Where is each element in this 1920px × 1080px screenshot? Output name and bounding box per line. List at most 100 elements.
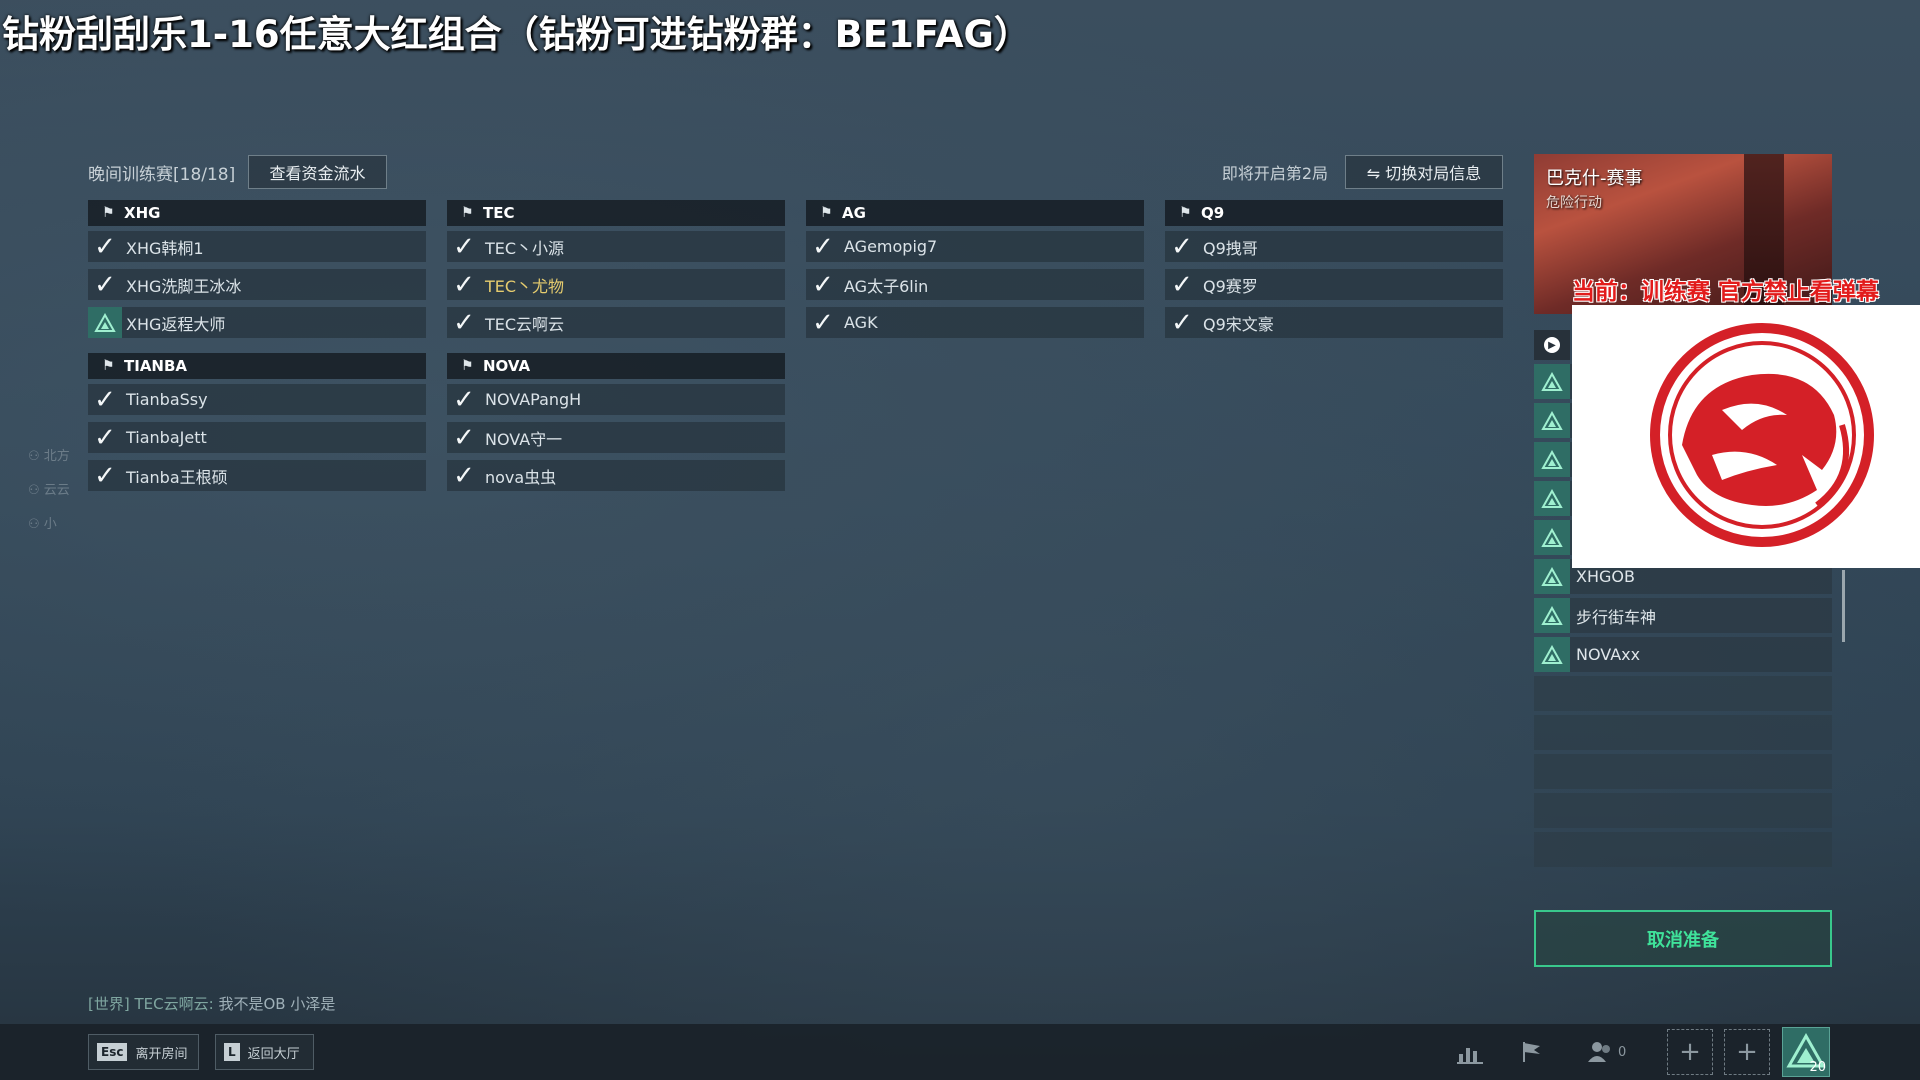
cancel-ready-button[interactable]: 取消准备 bbox=[1534, 910, 1832, 967]
observer-name: XHGOB bbox=[1576, 567, 1635, 586]
player-name: AGemopig7 bbox=[844, 237, 938, 256]
rank-triangle-icon bbox=[1534, 364, 1570, 399]
player-row[interactable]: ✓ Q9拽哥 bbox=[1165, 231, 1503, 262]
l-key-hint: L bbox=[224, 1043, 240, 1061]
back-to-lobby-label: 返回大厅 bbox=[247, 1046, 300, 1062]
ready-check-icon: ✓ bbox=[453, 460, 475, 491]
tiger-logo-icon bbox=[1650, 323, 1874, 547]
switch-match-info-button[interactable]: ⇋ 切换对局信息 bbox=[1345, 155, 1503, 189]
player-row[interactable]: ✓ Q9赛罗 bbox=[1165, 269, 1503, 300]
ready-check-icon: ✓ bbox=[94, 422, 116, 453]
player-row[interactable]: ✓ NOVAPangH bbox=[447, 384, 785, 415]
ready-check-icon: ✓ bbox=[94, 460, 116, 491]
player-name: nova虫虫 bbox=[485, 467, 557, 487]
play-button[interactable]: ▶ bbox=[1534, 330, 1570, 360]
flag-icon[interactable] bbox=[1512, 1034, 1552, 1070]
stream-overlay-text: 当前：训练赛 官方禁止看弹幕 bbox=[1572, 279, 1880, 305]
player-row[interactable]: ✓ TEC丶尤物 bbox=[447, 269, 785, 300]
observer-row[interactable]: NOVAxx bbox=[1534, 637, 1832, 672]
player-row[interactable]: ✓ TianbaJett bbox=[88, 422, 426, 453]
map-mode: 危险行动 bbox=[1546, 195, 1602, 211]
friends-count: 0 bbox=[1618, 1044, 1627, 1060]
chat-message: 我不是OB 小泽是 bbox=[218, 995, 336, 1013]
chat-sender: TEC云啊云: bbox=[134, 995, 214, 1013]
team-name: Q9 bbox=[1201, 204, 1225, 222]
observer-row[interactable]: 步行街车神 bbox=[1534, 598, 1832, 633]
team-name: NOVA bbox=[483, 357, 531, 375]
ready-check-icon: ✓ bbox=[812, 231, 834, 262]
ready-check-icon: ✓ bbox=[453, 269, 475, 300]
player-row[interactable]: ✓ Q9宋文豪 bbox=[1165, 307, 1503, 338]
stream-banner: 钻粉刮刮乐1-16任意大红组合（钻粉可进钻粉群：BE1FAG） bbox=[2, 13, 1031, 56]
rank-triangle-icon bbox=[88, 307, 122, 338]
ready-check-icon: ✓ bbox=[812, 307, 834, 338]
player-row[interactable]: ✓ nova虫虫 bbox=[447, 460, 785, 491]
team-card-tianba: ⚑ TIANBA ✓ TianbaSsy ✓ TianbaJett ✓ Tianba王根硕 bbox=[88, 353, 426, 491]
player-row[interactable]: ✓ TianbaSsy bbox=[88, 384, 426, 415]
player-name: TianbaJett bbox=[126, 428, 207, 447]
observer-list-scrollbar[interactable] bbox=[1842, 570, 1845, 642]
player-row[interactable]: ✓ AGemopig7 bbox=[806, 231, 1144, 262]
ready-check-icon: ✓ bbox=[1171, 269, 1193, 300]
empty-slot bbox=[1534, 793, 1832, 828]
empty-slot bbox=[1534, 832, 1832, 867]
rank-triangle-icon bbox=[1534, 598, 1570, 633]
player-row[interactable]: XHG返程大师 bbox=[88, 307, 426, 338]
observer-name: 步行街车神 bbox=[1576, 607, 1657, 627]
player-name: NOVAPangH bbox=[485, 390, 582, 409]
empty-slot bbox=[1534, 715, 1832, 750]
rank-triangle-icon bbox=[1534, 637, 1570, 672]
ready-check-icon: ✓ bbox=[1171, 231, 1193, 262]
rank-triangle-icon bbox=[1534, 481, 1570, 516]
friends-button[interactable]: 0 bbox=[1586, 1034, 1642, 1070]
map-name: 巴克什-赛事 bbox=[1546, 168, 1643, 189]
player-name: XHG韩桐1 bbox=[126, 238, 204, 258]
player-name: TEC丶小源 bbox=[485, 238, 565, 258]
player-row[interactable]: ✓ XHG韩桐1 bbox=[88, 231, 426, 262]
player-name: NOVA守一 bbox=[485, 429, 563, 449]
player-row[interactable]: ✓ XHG洗脚王冰冰 bbox=[88, 269, 426, 300]
team-header: ⚑ XHG bbox=[88, 200, 426, 226]
empty-slot bbox=[1534, 676, 1832, 711]
player-row[interactable]: ✓ TEC丶小源 bbox=[447, 231, 785, 262]
player-name: TianbaSsy bbox=[126, 390, 208, 409]
player-name: Q9宋文豪 bbox=[1203, 314, 1274, 334]
team-header: ⚑ TEC bbox=[447, 200, 785, 226]
player-row[interactable]: ✓ AGK bbox=[806, 307, 1144, 338]
player-row[interactable]: ✓ TEC云啊云 bbox=[447, 307, 785, 338]
player-name: XHG洗脚王冰冰 bbox=[126, 276, 242, 296]
back-to-lobby-button[interactable]: L 返回大厅 bbox=[215, 1034, 314, 1070]
empty-slot bbox=[1534, 754, 1832, 789]
rank-badge[interactable]: 20 bbox=[1782, 1027, 1830, 1077]
stats-icon[interactable] bbox=[1450, 1034, 1490, 1070]
player-row[interactable]: ✓ AG太子6lin bbox=[806, 269, 1144, 300]
esc-key-hint: Esc bbox=[97, 1043, 128, 1061]
team-card-ag: ⚑ AG ✓ AGemopig7 ✓ AG太子6lin ✓ AGK bbox=[806, 200, 1144, 338]
player-row[interactable]: ✓ NOVA守一 bbox=[447, 422, 785, 453]
team-header: ⚑ NOVA bbox=[447, 353, 785, 379]
add-slot-2[interactable]: + bbox=[1724, 1029, 1770, 1075]
player-name: Q9拽哥 bbox=[1203, 238, 1258, 258]
view-funds-button[interactable]: 查看资金流水 bbox=[248, 155, 387, 189]
ready-check-icon: ✓ bbox=[94, 269, 116, 300]
leave-room-button[interactable]: Esc 离开房间 bbox=[88, 1034, 199, 1070]
team-header: ⚑ Q9 bbox=[1165, 200, 1503, 226]
team-card-q9: ⚑ Q9 ✓ Q9拽哥 ✓ Q9赛罗 ✓ Q9宋文豪 bbox=[1165, 200, 1503, 338]
add-slot-1[interactable]: + bbox=[1667, 1029, 1713, 1075]
team-header: ⚑ TIANBA bbox=[88, 353, 426, 379]
ready-check-icon: ✓ bbox=[453, 422, 475, 453]
player-name: AG太子6lin bbox=[844, 276, 929, 296]
chat-channel: [世界] bbox=[88, 995, 130, 1013]
friends-icon bbox=[1588, 1042, 1610, 1062]
ready-check-icon: ✓ bbox=[1171, 307, 1193, 338]
round-label: 即将开启第2局 bbox=[1221, 164, 1328, 183]
player-row[interactable]: ✓ Tianba王根硕 bbox=[88, 460, 426, 491]
team-name: AG bbox=[842, 204, 866, 222]
team-card-nova: ⚑ NOVA ✓ NOVAPangH ✓ NOVA守一 ✓ nova虫虫 bbox=[447, 353, 785, 491]
team-card-xhg: ⚑ XHG ✓ XHG韩桐1 ✓ XHG洗脚王冰冰 XHG返程大师 bbox=[88, 200, 426, 338]
team-name: TEC bbox=[483, 204, 515, 222]
ready-check-icon: ✓ bbox=[453, 384, 475, 415]
stream-logo-panel bbox=[1572, 305, 1920, 568]
rank-triangle-icon bbox=[1534, 559, 1570, 594]
chat-line: [世界] TEC云啊云: 我不是OB 小泽是 bbox=[88, 993, 335, 1014]
